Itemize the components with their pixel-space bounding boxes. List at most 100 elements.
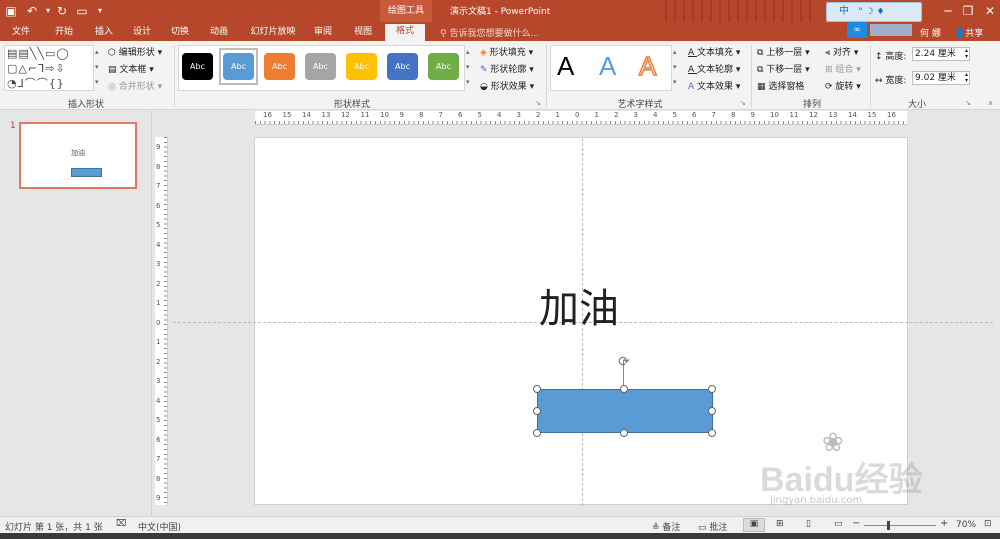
- vruler-label: 7: [156, 455, 161, 463]
- edit-shape-button[interactable]: ⬡ 编辑形状 ▾: [108, 45, 162, 58]
- language-indicator[interactable]: 中文(中国): [138, 520, 181, 533]
- shape-outline-button[interactable]: ✎ 形状轮廓 ▾: [480, 62, 534, 75]
- tab-insert[interactable]: 插入: [90, 25, 118, 41]
- resize-handle-bottom[interactable]: [620, 429, 628, 437]
- shapes-gallery-scroll[interactable]: ▴ ▾ ▾: [95, 45, 103, 91]
- reading-view-icon[interactable]: ▯: [806, 519, 811, 529]
- save-icon[interactable]: ▣: [3, 3, 19, 19]
- zoom-in-icon[interactable]: +: [940, 518, 948, 529]
- cloud-upload-badge[interactable]: [870, 24, 912, 36]
- spell-check-icon[interactable]: ⌧: [116, 519, 126, 529]
- zoom-level[interactable]: 70%: [956, 520, 976, 530]
- wordart-gallery-scroll[interactable]: ▴ ▾ ▾: [673, 45, 681, 91]
- slide-sorter-icon[interactable]: ⊞: [776, 519, 784, 529]
- cloud-icon[interactable]: ∞: [847, 22, 867, 38]
- tab-animations[interactable]: 动画: [205, 25, 233, 41]
- undo-icon[interactable]: ↶: [24, 3, 40, 19]
- bring-forward-button[interactable]: ⧉ 上移一层 ▾: [757, 45, 810, 58]
- width-spinner[interactable]: ▴ ▾: [965, 72, 968, 84]
- tab-home[interactable]: 开始: [50, 25, 78, 41]
- shape-effects-button[interactable]: ◒ 形状效果 ▾: [480, 79, 534, 92]
- tab-format[interactable]: 格式: [385, 24, 425, 41]
- notes-button[interactable]: ≜ 备注: [652, 520, 680, 533]
- ime-mode[interactable]: 中: [839, 6, 849, 17]
- selected-rectangle-shape[interactable]: [537, 389, 713, 433]
- comments-button[interactable]: ▭ 批注: [698, 520, 727, 533]
- selection-pane-button[interactable]: ▦ 选择窗格: [757, 79, 804, 92]
- shape-styles-launcher-icon[interactable]: ↘: [535, 99, 541, 107]
- rotation-handle-icon[interactable]: ⟳: [616, 354, 632, 370]
- resize-handle-right[interactable]: [708, 407, 716, 415]
- tab-transitions[interactable]: 切换: [166, 25, 194, 41]
- rotate-button[interactable]: ⟳ 旋转 ▾: [825, 79, 861, 92]
- separator: [174, 45, 175, 107]
- text-box-button[interactable]: ▤ 文本框 ▾: [108, 62, 154, 75]
- tab-design[interactable]: 设计: [128, 25, 156, 41]
- hruler-label: 11: [789, 111, 799, 119]
- present-icon[interactable]: ▭: [74, 3, 90, 19]
- fit-to-window-icon[interactable]: ⊡: [984, 519, 992, 529]
- shapes-gallery[interactable]: ▤▤╲╲▭◯ ▢△⌐⅂⇨⇩ ◔⅃⌒⌒{}: [4, 45, 94, 91]
- share-button[interactable]: 👤共享: [954, 26, 983, 39]
- customize-qat-icon[interactable]: ▾: [92, 3, 108, 19]
- zoom-slider[interactable]: [864, 525, 936, 526]
- shape-style-5[interactable]: Abc: [346, 53, 377, 80]
- shape-style-3[interactable]: Abc: [264, 53, 295, 80]
- ime-icons[interactable]: ° ☽ ♦: [858, 7, 884, 17]
- restore-icon[interactable]: ❐: [960, 3, 976, 19]
- decorative-pattern: [665, 0, 815, 22]
- wordart-style-3[interactable]: A: [638, 50, 657, 82]
- resize-handle-bottom-left[interactable]: [533, 429, 541, 437]
- text-effects-button[interactable]: A 文本效果 ▾: [688, 79, 740, 92]
- vruler-label: 9: [156, 143, 161, 151]
- wordart-style-1[interactable]: A: [557, 51, 574, 82]
- size-launcher-icon[interactable]: ↘: [965, 99, 971, 107]
- vruler-label: 7: [156, 182, 161, 190]
- tab-review[interactable]: 审阅: [309, 25, 337, 41]
- zoom-out-icon[interactable]: −: [852, 518, 860, 529]
- normal-view-icon[interactable]: ▣: [743, 518, 765, 532]
- shape-styles-scroll[interactable]: ▴ ▾ ▾: [466, 45, 474, 91]
- shape-style-7[interactable]: Abc: [428, 53, 459, 80]
- wordart-style-2[interactable]: A: [599, 51, 616, 82]
- ime-toolbar[interactable]: 中 ° ☽ ♦: [826, 2, 922, 22]
- zoom-slider-thumb[interactable]: [887, 521, 890, 530]
- collapse-ribbon-icon[interactable]: ∧: [988, 99, 993, 107]
- user-name[interactable]: 何 娜: [920, 26, 941, 39]
- text-fill-button[interactable]: A 文本填充 ▾: [688, 45, 740, 58]
- hruler-label: 15: [282, 111, 292, 119]
- shape-style-4[interactable]: Abc: [305, 53, 336, 80]
- width-input[interactable]: 9.02 厘米 ▴ ▾: [912, 71, 970, 85]
- vertical-ruler[interactable]: 9 8 7 6 5 4 3 2 1 0 1 2 3 4 5 6 7 8 9: [155, 137, 168, 505]
- minimize-icon[interactable]: ─: [940, 3, 956, 19]
- wordart-launcher-icon[interactable]: ↘: [740, 99, 746, 107]
- horizontal-ruler[interactable]: 16 15 14 13 12 11 10 9 8 7 6 5 4 3 2 1 0 1 2 3 4 5 6 7 8 9 10 11 12 1…: [255, 111, 907, 125]
- tab-view[interactable]: 视图: [349, 25, 377, 41]
- tell-me-search[interactable]: ⚲ 告诉我您想要做什么...: [440, 26, 539, 39]
- height-spinner[interactable]: ▴ ▾: [965, 48, 968, 60]
- resize-handle-top-left[interactable]: [533, 385, 541, 393]
- shape-style-6[interactable]: Abc: [387, 53, 418, 80]
- shape-fill-button[interactable]: ◈ 形状填充 ▾: [480, 45, 533, 58]
- redo-icon[interactable]: ↻: [54, 3, 70, 19]
- vruler-label: 0: [156, 318, 161, 327]
- separator: [546, 45, 547, 107]
- tab-slideshow[interactable]: 幻灯片放映: [245, 25, 301, 41]
- slide-thumbnail-1[interactable]: 加油: [19, 122, 137, 189]
- send-backward-button[interactable]: ⧉ 下移一层 ▾: [757, 62, 810, 75]
- text-outline-button[interactable]: A 文本轮廓 ▾: [688, 62, 740, 75]
- resize-handle-bottom-right[interactable]: [708, 429, 716, 437]
- merge-shapes-button[interactable]: ◎ 合并形状 ▾: [108, 79, 162, 92]
- align-button[interactable]: ⫷ 对齐 ▾: [825, 45, 858, 58]
- tab-file[interactable]: 文件: [7, 25, 35, 41]
- height-input[interactable]: 2.24 厘米 ▴ ▾: [912, 47, 970, 61]
- resize-handle-top-right[interactable]: [708, 385, 716, 393]
- group-button[interactable]: ⊞ 组合 ▾: [825, 62, 861, 75]
- shape-style-1[interactable]: Abc: [182, 53, 213, 80]
- shape-style-2[interactable]: Abc: [223, 53, 254, 80]
- slide-title-text[interactable]: 加油: [539, 276, 619, 334]
- resize-handle-top[interactable]: [620, 385, 628, 393]
- resize-handle-left[interactable]: [533, 407, 541, 415]
- close-icon[interactable]: ✕: [982, 3, 998, 19]
- slideshow-view-icon[interactable]: ▭: [834, 519, 843, 529]
